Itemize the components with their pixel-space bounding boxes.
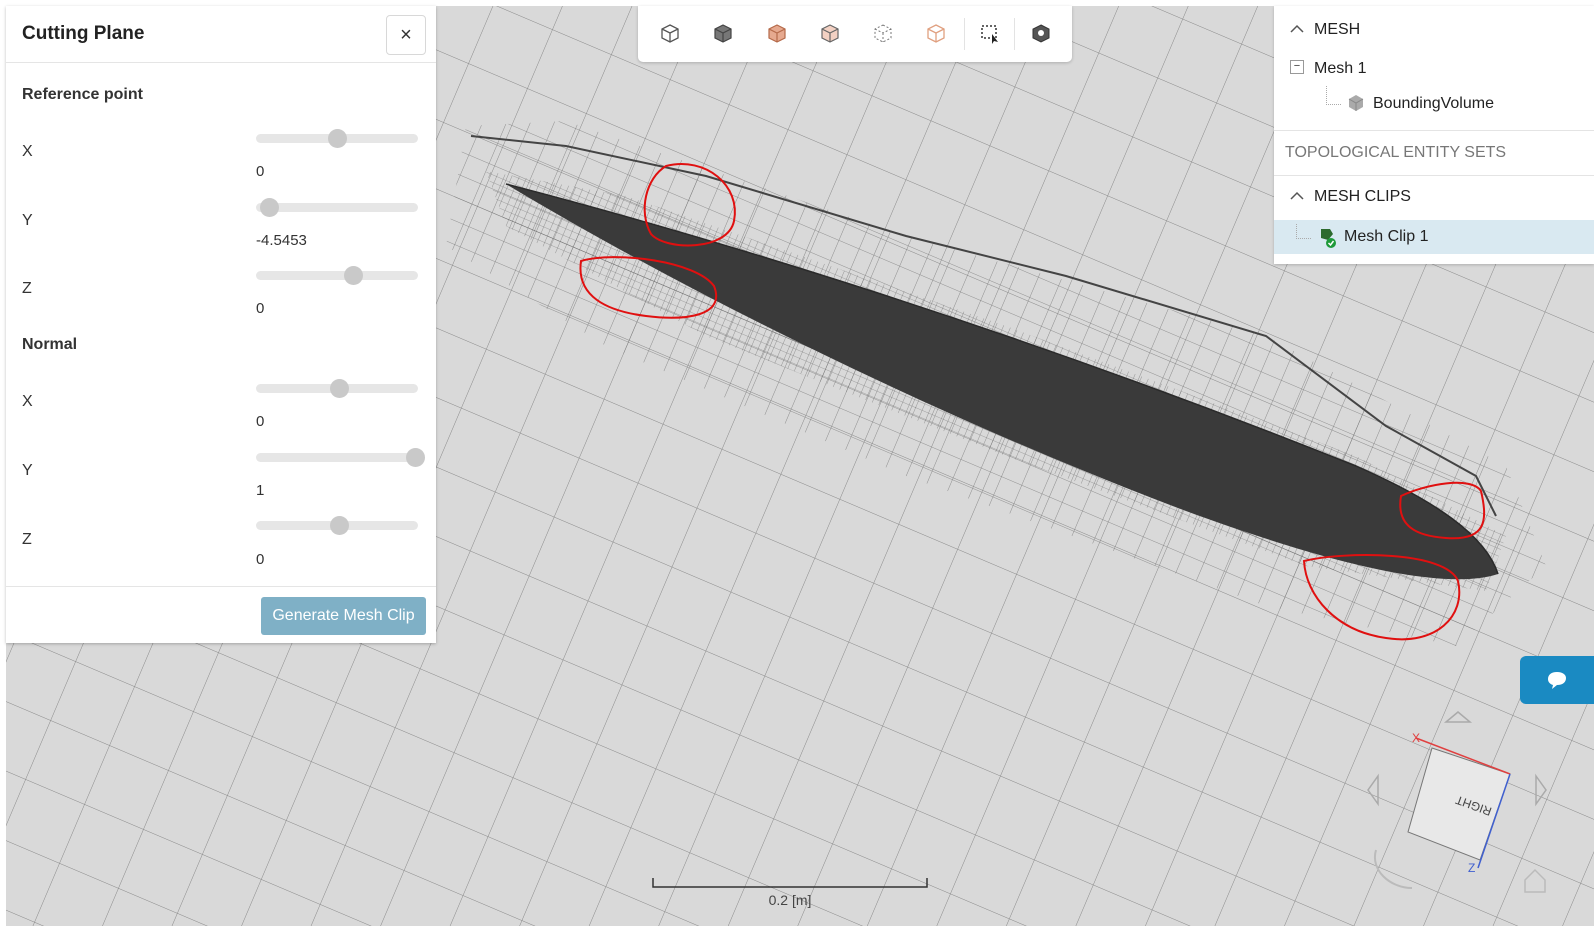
tree-connector xyxy=(1296,224,1311,239)
home-icon xyxy=(1524,868,1546,893)
view-toolbar xyxy=(638,6,1072,62)
tree-item-mesh-1[interactable]: Mesh 1 xyxy=(1314,60,1594,78)
normal-y-label: Y xyxy=(22,462,33,479)
cube-grey-icon xyxy=(1347,94,1365,117)
panel-title: Cutting Plane xyxy=(22,23,145,44)
chevron-up-icon[interactable] xyxy=(1290,22,1304,37)
normal-x-value: 0 xyxy=(256,413,265,430)
normal-x-slider[interactable] xyxy=(256,379,418,398)
divider xyxy=(1274,130,1594,131)
generate-mesh-clip-button[interactable]: Generate Mesh Clip xyxy=(261,597,426,635)
cube-wire-orange-icon[interactable] xyxy=(814,18,846,50)
chevron-up-icon[interactable] xyxy=(1290,189,1304,204)
arrow-right-icon xyxy=(1535,773,1547,807)
ref-z-slider[interactable] xyxy=(256,266,418,285)
slider-thumb[interactable] xyxy=(329,379,349,398)
close-icon: × xyxy=(400,23,412,46)
normal-x-label: X xyxy=(22,393,33,410)
panel-header: Cutting Plane × xyxy=(6,6,436,63)
cube-solid-icon[interactable] xyxy=(707,18,739,50)
cube-shaded-orange-icon[interactable] xyxy=(761,18,793,50)
toolbar-divider xyxy=(1014,18,1015,50)
ref-y-slider[interactable] xyxy=(256,198,418,217)
panel-footer: Generate Mesh Clip xyxy=(6,586,436,644)
axis-x-label: X xyxy=(1412,731,1420,745)
tree-item-mesh-clip-1[interactable]: Mesh Clip 1 xyxy=(1344,228,1594,246)
arrow-up-icon xyxy=(1443,711,1473,723)
orientation-gizmo[interactable]: RIGHT X Z xyxy=(1360,700,1594,900)
scale-label: 0.2 [m] xyxy=(768,892,812,908)
normal-y-value: 1 xyxy=(256,482,265,499)
cube-transparent-orange-icon[interactable] xyxy=(920,18,952,50)
axis-z-label: Z xyxy=(1468,861,1475,875)
ref-y-label: Y xyxy=(22,212,33,229)
normal-z-slider[interactable] xyxy=(256,516,418,535)
mesh-section-header[interactable]: MESH xyxy=(1314,21,1594,39)
mesh-settings-icon[interactable] xyxy=(1025,18,1057,50)
normal-y-slider[interactable] xyxy=(256,448,425,467)
normal-z-value: 0 xyxy=(256,551,265,568)
normal-z-label: Z xyxy=(22,531,32,548)
mesh-tree-panel: MESH − Mesh 1 BoundingVolume TOPOLOGICAL… xyxy=(1274,6,1594,264)
toolbar-divider xyxy=(964,18,965,50)
cube-outline-icon[interactable] xyxy=(654,18,686,50)
box-select-icon[interactable] xyxy=(974,18,1006,50)
slider-thumb[interactable] xyxy=(344,266,364,285)
ref-x-label: X xyxy=(22,143,33,160)
scale-bar xyxy=(652,878,928,888)
chat-bubble-icon xyxy=(1548,672,1566,689)
ref-z-label: Z xyxy=(22,280,32,297)
ref-x-slider[interactable] xyxy=(256,129,418,148)
mesh-clip-check-icon xyxy=(1318,226,1338,253)
chat-button[interactable] xyxy=(1520,656,1594,704)
slider-thumb[interactable] xyxy=(259,198,279,217)
ref-x-value: 0 xyxy=(256,163,265,180)
slider-thumb[interactable] xyxy=(329,516,349,535)
tree-item-boundingvolume[interactable]: BoundingVolume xyxy=(1373,95,1594,113)
rotate-icon xyxy=(1373,849,1413,889)
arrow-left-icon xyxy=(1367,773,1379,807)
divider xyxy=(1274,175,1594,176)
collapse-icon[interactable]: − xyxy=(1290,60,1304,74)
normal-label: Normal xyxy=(22,336,78,353)
cutting-plane-panel: Cutting Plane × Reference point X 0 Y -4… xyxy=(6,6,436,643)
close-button[interactable]: × xyxy=(386,15,426,55)
cube-points-icon[interactable] xyxy=(867,18,899,50)
ref-y-value: -4.5453 xyxy=(256,232,307,249)
slider-thumb[interactable] xyxy=(328,129,347,148)
topological-sets-header[interactable]: TOPOLOGICAL ENTITY SETS xyxy=(1285,144,1594,162)
reference-point-label: Reference point xyxy=(22,86,143,103)
mesh-clips-section-header[interactable]: MESH CLIPS xyxy=(1314,188,1594,206)
ref-z-value: 0 xyxy=(256,300,265,317)
slider-thumb[interactable] xyxy=(405,448,425,467)
tree-connector xyxy=(1326,86,1341,105)
